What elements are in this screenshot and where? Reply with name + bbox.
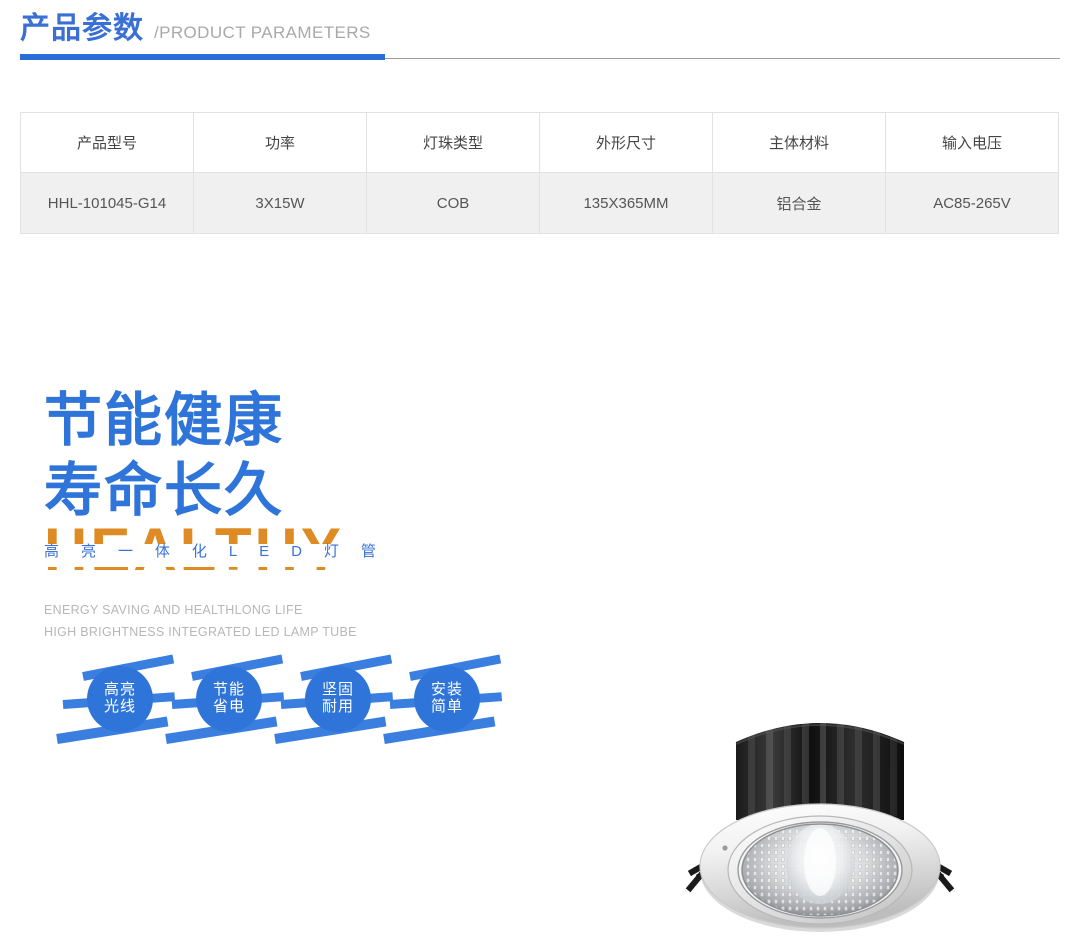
promo-subtitle-char-1: 亮 — [80, 543, 96, 560]
page-title-en: /PRODUCT PARAMETERS — [154, 23, 371, 42]
column-header-power: 功率 — [193, 112, 367, 173]
cell-model: HHL-101045-G14 — [20, 172, 194, 234]
promo-subtitle-cn: 高 亮 一 体 化 L E D 灯 管 — [44, 544, 376, 559]
feature-badge-brightness: 高亮 光线 — [56, 654, 176, 752]
header-titles: 产品参数 /PRODUCT PARAMETERS — [20, 14, 371, 44]
promo-subtitle-char-7: D — [291, 543, 302, 560]
column-header-voltage: 输入电压 — [885, 112, 1059, 173]
badge-circle: 坚固 耐用 — [305, 666, 371, 732]
badge-label-line2: 简单 — [430, 698, 463, 715]
column-header-model: 产品型号 — [20, 112, 194, 173]
badge-label-line1: 节能 — [212, 681, 245, 699]
promo-banner: 节能健康 寿命长久 HEALTHY 高 亮 一 体 化 L E D 灯 管 EN… — [0, 300, 1080, 932]
promo-headline-line1: 节能健康 — [44, 388, 285, 453]
table-header-row: 产品型号 功率 灯珠类型 外形尺寸 主体材料 输入电压 — [20, 112, 1059, 173]
column-header-size: 外形尺寸 — [539, 112, 713, 173]
promo-subtitle-char-4: 化 — [191, 543, 207, 560]
page-title-cn: 产品参数 — [20, 12, 144, 45]
promo-subtitle-char-8: 灯 — [323, 543, 339, 560]
feature-badge-list: 高亮 光线 节能 省电 坚固 耐用 安装 简单 — [20, 654, 503, 758]
cell-led-type: COB — [366, 172, 540, 234]
badge-label-line1: 高亮 — [103, 681, 136, 699]
cell-voltage: AC85-265V — [885, 172, 1059, 234]
promo-subtitle-char-9: 管 — [360, 543, 376, 560]
promo-subtitle-char-0: 高 — [44, 543, 60, 560]
heatsink-group — [735, 721, 905, 820]
badge-label-line2: 光线 — [103, 698, 136, 715]
downlight-illustration — [685, 721, 955, 932]
badge-circle: 安装 简单 — [414, 666, 480, 732]
cell-material: 铝合金 — [712, 172, 886, 234]
feature-badge-easy-install: 安装 简单 — [383, 654, 503, 752]
promo-headline-line2: 寿命长久 — [44, 458, 285, 523]
promo-subtitle-char-5: L — [228, 543, 238, 560]
badge-circle: 节能 省电 — [196, 666, 262, 732]
product-photo-downlight — [640, 688, 1000, 933]
promo-subtitle-char-6: E — [259, 543, 270, 560]
badge-label-line2: 省电 — [212, 698, 245, 715]
table-row: HHL-101045-G14 3X15W COB 135X365MM 铝合金 A… — [20, 172, 1059, 234]
header-accent-bar — [20, 54, 385, 60]
feature-badge-energy-saving: 节能 省电 — [165, 654, 285, 752]
promo-english-line2: HIGH BRIGHTNESS INTEGRATED LED LAMP TUBE — [44, 625, 357, 639]
badge-label-line1: 坚固 — [321, 681, 354, 699]
column-header-material: 主体材料 — [712, 112, 886, 173]
page-header: 产品参数 /PRODUCT PARAMETERS — [0, 0, 1080, 72]
promo-subtitle-char-3: 体 — [154, 543, 170, 560]
feature-badge-durable: 坚固 耐用 — [274, 654, 394, 752]
badge-circle: 高亮 光线 — [87, 666, 153, 732]
product-parameters-table: 产品型号 功率 灯珠类型 外形尺寸 主体材料 输入电压 HHL-101045-G… — [20, 112, 1059, 234]
cell-power: 3X15W — [193, 172, 367, 234]
reflector-group — [741, 823, 899, 917]
promo-english-line1: ENERGY SAVING AND HEALTHLONG LIFE — [44, 603, 303, 617]
badge-label-line2: 耐用 — [321, 698, 354, 715]
badge-label-line1: 安装 — [430, 681, 463, 699]
promo-subtitle-char-2: 一 — [117, 543, 133, 560]
cell-size: 135X365MM — [539, 172, 713, 234]
trim-screw — [722, 845, 728, 851]
column-header-led-type: 灯珠类型 — [366, 112, 540, 173]
